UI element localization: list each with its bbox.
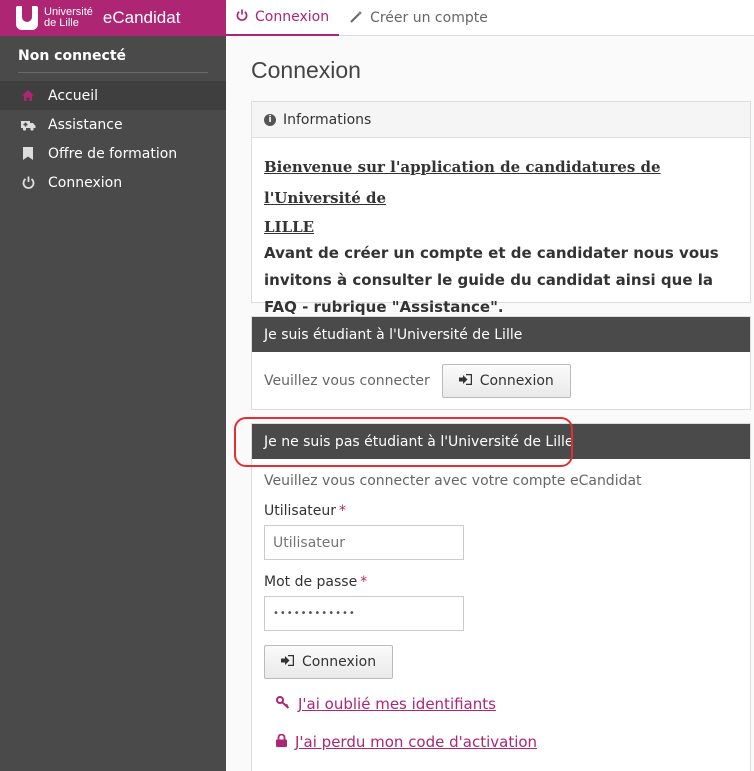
sidebar-menu: Accueil Assistance Offre de formation Co… [0,81,226,197]
sidebar-item-connexion[interactable]: Connexion [0,168,226,197]
info-panel: i Informations Bienvenue sur l'applicati… [251,101,751,316]
username-label: Utilisateur * [264,503,738,519]
password-label-text: Mot de passe [264,574,358,590]
student-connect-prompt: Veuillez vous connecter [264,373,430,389]
password-label: Mot de passe * [264,574,738,590]
ambulance-icon [20,117,36,133]
sidebar-item-label: Connexion [48,174,123,191]
info-panel-header: i Informations [252,102,750,138]
tab-label: Créer un compte [370,10,488,26]
logo-text: Université de Lille [44,7,93,29]
info-panel-title: Informations [283,111,372,128]
non-student-login-panel: Je ne suis pas étudiant à l'Université d… [251,423,751,771]
tab-creer-un-compte[interactable]: Créer un compte [339,0,498,36]
student-connexion-button[interactable]: Connexion [441,364,571,398]
username-input[interactable] [264,525,464,560]
user-status: Non connecté [18,48,127,64]
tab-connexion[interactable]: Connexion [226,0,340,36]
student-connect-row: Veuillez vous connecter Connexion [252,352,750,410]
app-name[interactable]: eCandidat [103,8,181,28]
sign-in-icon [458,373,472,388]
sidebar-item-assistance[interactable]: Assistance [0,110,226,139]
magic-wand-icon [349,10,363,27]
student-login-panel: Je suis étudiant à l'Université de Lille… [251,316,751,410]
info-panel-body: Bienvenue sur l'application de candidatu… [252,138,750,333]
password-input[interactable]: •••••••••••• [264,596,464,631]
welcome-title-line1: Bienvenue sur l'application de candidatu… [264,158,661,207]
power-icon [236,9,248,25]
forgot-credentials-text: J'ai oublié mes identifiants [298,695,496,713]
sidebar: Université de Lille eCandidat Non connec… [0,0,226,771]
student-panel-header: Je suis étudiant à l'Université de Lille [252,317,750,352]
tab-label: Connexion [255,9,330,25]
logo-mark-icon [16,6,38,30]
connexion-submit-button[interactable]: Connexion [264,645,394,679]
sidebar-item-label: Accueil [48,87,98,104]
welcome-title-line2: LILLE [264,218,315,236]
highlight-annotation [234,417,573,467]
logo-text-line2: de Lille [44,17,79,29]
sign-in-icon [281,654,295,669]
sidebar-item-offre-de-formation[interactable]: Offre de formation [0,139,226,168]
sidebar-item-label: Offre de formation [48,145,178,162]
lost-activation-code-text: J'ai perdu mon code d'activation [295,733,538,751]
sidebar-item-label: Assistance [48,116,123,133]
forgot-credentials-link[interactable]: J'ai oublié mes identifiants [276,695,738,713]
top-tab-bar: Connexion Créer un compte [226,0,754,36]
login-form: Veuillez vous connecter avec votre compt… [252,459,750,751]
bookmark-icon [20,146,36,162]
required-marker: * [360,574,368,590]
lock-icon [276,733,287,751]
brand-bar: Université de Lille eCandidat [0,0,226,36]
non-student-connect-prompt: Veuillez vous connecter avec votre compt… [264,473,642,489]
key-icon [276,695,290,713]
button-label: Connexion [479,373,554,389]
sidebar-item-accueil[interactable]: Accueil [0,81,226,110]
welcome-text: Avant de créer un compte et de candidate… [264,244,719,316]
university-logo[interactable]: Université de Lille [16,6,93,30]
sidebar-divider [18,72,208,73]
username-label-text: Utilisateur [264,503,337,519]
lost-activation-code-link[interactable]: J'ai perdu mon code d'activation [276,733,738,751]
info-icon: i [264,113,276,126]
button-label: Connexion [302,654,377,670]
main-content: Connexion i Informations Bienvenue sur l… [226,37,754,771]
required-marker: * [339,503,347,519]
page-title: Connexion [251,57,361,83]
power-icon [20,175,36,191]
home-icon [20,88,36,104]
